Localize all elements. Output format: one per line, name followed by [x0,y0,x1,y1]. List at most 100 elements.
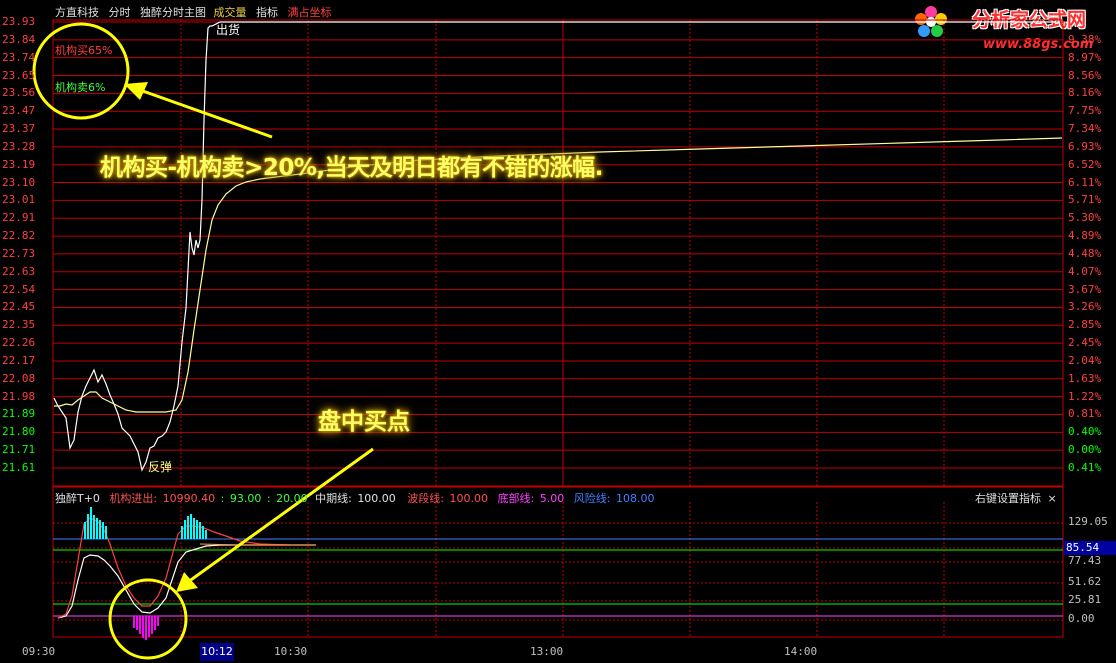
percent-tick-label: 2.85% [1068,318,1102,332]
price-tick-label: 23.74 [2,50,36,64]
annotation-headline: 机构买-机构卖>20%,当天及明日都有不错的涨幅. [100,155,603,181]
cyan-volume-bar [87,514,89,539]
indicator-wave-label: 波段线: [407,492,445,505]
indicator-header: 独醉T+0 机构进出: 10990.40 : 93.00 : 20.00 中期线… [55,490,658,506]
magenta-bottom-bar [133,616,135,628]
price-tick-label: 22.45 [2,300,36,314]
cyan-volume-bar [190,514,192,539]
price-tick-label: 22.35 [2,318,36,332]
indicator-settings-label[interactable]: 右键设置指标 [975,492,1041,505]
percent-tick-label: 7.75% [1068,104,1102,118]
price-tick-label: 22.26 [2,336,36,350]
percent-tick-label: 6.11% [1068,175,1102,189]
price-tick-label: 21.98 [2,389,36,403]
percent-tick-label: 0.40% [1068,425,1102,439]
indicator-tick-label: 0.00 [1068,612,1095,625]
indicator-current-value: 85.54 [1064,541,1116,555]
percent-tick-label: 6.52% [1068,157,1102,171]
price-line [53,21,1060,472]
percent-tick-label: 1.22% [1068,389,1102,403]
indicator-tick-label: 77.43 [1068,554,1102,567]
indicator-jg-label: 机构进出: [109,492,158,505]
percent-tick-label: 3.67% [1068,282,1102,296]
time-label-1400: 14:00 [784,645,818,658]
indicator-sep-1: : [220,492,225,505]
magenta-bottom-bar [142,616,144,638]
percent-tick-label: 6.93% [1068,139,1102,153]
cyan-volume-bar [196,520,198,539]
indicator-risk-label: 风险线: [573,492,611,505]
indicator-name[interactable]: 独醉T+0 [55,492,100,505]
cyan-volume-bar [84,522,86,539]
percent-tick-label: 0.81% [1068,407,1102,421]
price-tick-label: 23.47 [2,104,36,118]
price-tick-label: 23.19 [2,157,36,171]
time-cursor[interactable]: 10:12 [200,643,234,661]
indicator-tick-label: 25.81 [1068,593,1102,606]
annotation-chuhuo: 出货 [216,23,241,37]
percent-tick-label: 4.89% [1068,229,1102,243]
percent-tick-label: 8.97% [1068,50,1102,64]
legend-institution-sell: 机构卖6% [55,81,106,94]
indicator-tick-label: 129.05 [1068,515,1108,528]
percent-tick-label: 8.16% [1068,86,1102,100]
cyan-volume-bar [184,520,186,539]
magenta-bottom-bar [151,616,153,634]
cyan-volume-bar [187,516,189,539]
price-tick-label: 21.71 [2,443,36,457]
price-tick-label: 23.28 [2,139,36,153]
cyan-volume-bar [193,518,195,539]
annotation-fantan: 反弹 [148,460,173,474]
indicator-settings[interactable]: 右键设置指标 × [975,490,1057,506]
price-tick-label: 22.63 [2,264,36,278]
price-tick-label: 23.65 [2,68,36,82]
price-tick-label: 22.54 [2,282,36,296]
price-tick-label: 23.10 [2,175,36,189]
cyan-volume-bar [205,530,207,539]
percent-tick-label: 5.30% [1068,211,1102,225]
price-tick-label: 22.17 [2,353,36,367]
price-tick-label: 21.80 [2,425,36,439]
legend-institution-buy: 机构买65% [55,44,113,57]
time-label-1300: 13:00 [530,645,564,658]
price-tick-label: 23.01 [2,193,36,207]
indicator-tick-label: 51.62 [1068,575,1102,588]
price-tick-label: 21.61 [2,461,36,474]
percent-tick-label: 2.04% [1068,353,1102,367]
indicator-jg-v3: 20.00 [276,492,308,505]
indicator-wave-value: 100.00 [449,492,489,505]
magenta-bottom-bar [148,616,150,637]
percent-tick-label: 4.07% [1068,264,1102,278]
arrow-to-legend [139,88,273,139]
percent-tick-label: 8.56% [1068,68,1102,82]
trading-chart-window: 方直科技 分时 独醉分时主图 成交量 指标 满占坐标 分析家公式网 www.88… [0,0,1116,663]
magenta-bottom-bar [157,616,159,626]
price-tick-label: 22.08 [2,371,36,385]
price-tick-label: 23.37 [2,122,36,136]
time-label-0930: 09:30 [22,645,56,658]
cyan-volume-bar [93,515,95,539]
intraday-chart [32,19,1064,660]
indicator-mid-label: 中期线: [315,492,352,505]
magenta-bottom-bar [139,616,141,634]
magenta-bottom-bar [154,616,156,630]
time-label-1030: 10:30 [274,645,308,658]
indicator-mid-value: 100.00 [357,492,396,505]
indicator-sep-2: : [266,492,271,505]
annotation-buy-point: 盘中买点 [318,409,410,435]
percent-tick-label: 2.45% [1068,336,1102,350]
price-tick-label: 21.89 [2,407,36,421]
price-tick-label: 22.91 [2,211,36,225]
cyan-volume-bar [199,522,201,539]
cyan-volume-bar [102,522,104,539]
cyan-volume-bar [202,526,204,539]
indicator-bottom-value: 5.00 [539,492,565,505]
price-tick-label: 23.93 [2,15,36,28]
price-tick-label: 22.82 [2,229,36,243]
percent-tick-label: 5.71% [1068,193,1102,207]
indicator-jg-v2: 93.00 [229,492,262,505]
indicator-jg-v1: 10990.40 [162,492,216,505]
cyan-volume-bar [99,520,101,539]
close-icon[interactable]: × [1048,492,1057,505]
percent-tick-label: 1.63% [1068,371,1102,385]
